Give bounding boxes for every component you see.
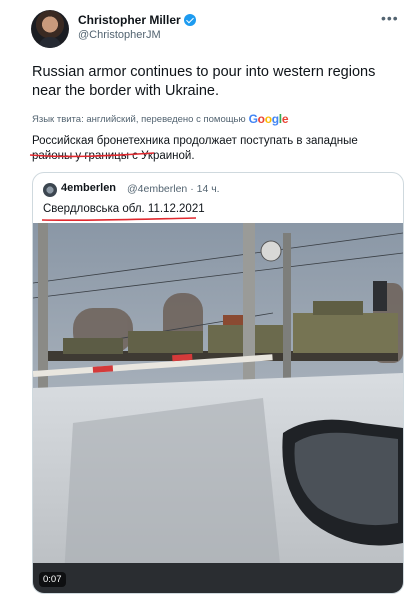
- translation-label: Язык твита: английский, переведено с пом…: [32, 113, 246, 125]
- red-underline-annotation: [29, 152, 155, 158]
- quoted-avatar[interactable]: [43, 183, 57, 197]
- author-handle[interactable]: @ChristopherJM: [78, 29, 161, 41]
- google-logo: Google: [248, 112, 289, 126]
- author-name-text[interactable]: Christopher Miller: [78, 13, 181, 27]
- translation-attribution: Язык твита: английский, переведено с пом…: [32, 112, 289, 126]
- tweet-text: Russian armor continues to pour into wes…: [32, 64, 376, 99]
- quoted-tweet[interactable]: 4emberlen @4emberlen · 14 ч. Свердловськ…: [32, 172, 404, 594]
- author-avatar[interactable]: [31, 10, 69, 48]
- video-duration: 0:07: [39, 572, 66, 587]
- video-player[interactable]: 0:07: [33, 223, 403, 593]
- quoted-author-name[interactable]: 4emberlen: [61, 182, 116, 194]
- quoted-handle[interactable]: @4emberlen: [127, 183, 187, 195]
- more-options-icon[interactable]: •••: [381, 10, 399, 26]
- verified-badge-icon: [183, 14, 196, 26]
- quoted-time[interactable]: · 14 ч.: [190, 183, 219, 195]
- video-frame: [33, 223, 403, 593]
- quoted-meta: @4emberlen · 14 ч.: [127, 183, 220, 195]
- author-name[interactable]: Christopher Miller: [78, 13, 196, 27]
